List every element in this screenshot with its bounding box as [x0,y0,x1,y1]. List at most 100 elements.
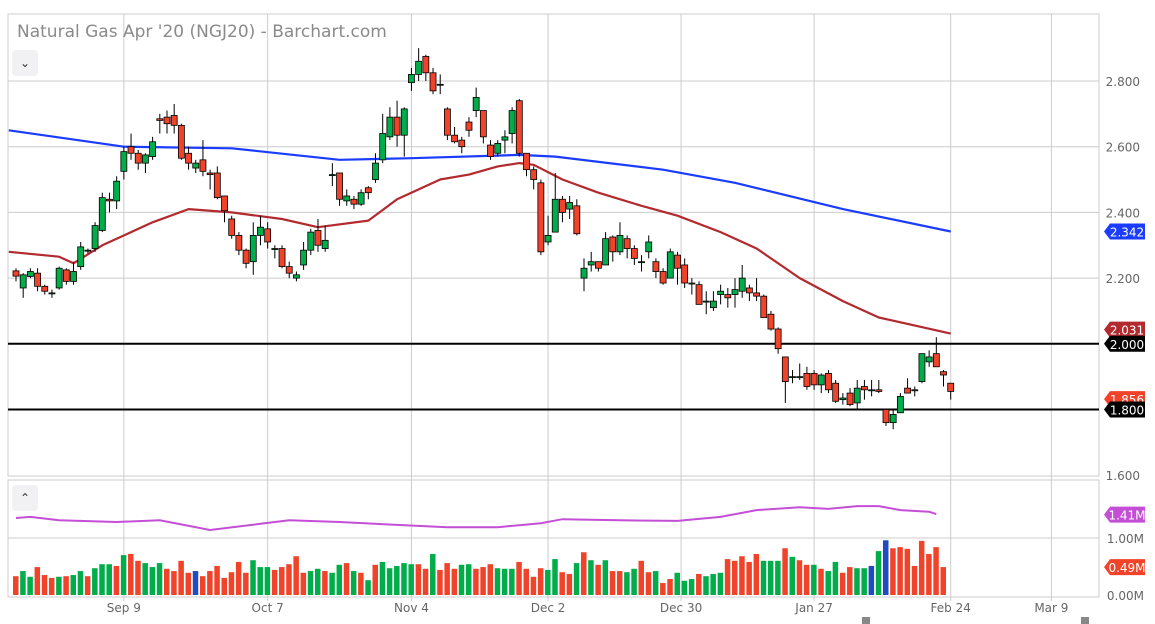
volume-bar[interactable] [422,568,429,595]
candle[interactable] [451,134,458,143]
volume-bar[interactable] [875,551,882,595]
candle[interactable] [659,271,667,284]
volume-bar[interactable] [106,564,112,595]
volume-bar[interactable] [609,571,616,595]
candle[interactable] [235,234,243,251]
candle[interactable] [199,159,207,172]
candle[interactable] [789,376,796,379]
candle[interactable] [587,261,595,266]
candle[interactable] [940,371,947,376]
candle[interactable] [271,248,279,250]
candle[interactable] [501,136,509,141]
candle[interactable] [479,110,487,138]
volume-bar[interactable] [63,576,69,595]
volume-bar[interactable] [732,560,738,595]
volume-bar[interactable] [379,561,386,595]
volume-bar[interactable] [221,577,228,595]
volume-bar[interactable] [717,572,724,595]
volume-bar[interactable] [775,560,781,595]
volume-bar[interactable] [430,553,436,595]
volume-bar[interactable] [99,564,105,595]
volume-bar[interactable] [494,568,501,595]
volume-bar[interactable] [803,564,810,595]
candle[interactable] [717,290,725,295]
volume-bar[interactable] [552,559,558,595]
candle[interactable] [515,100,523,154]
candle[interactable] [458,139,466,148]
candle[interactable] [12,270,20,277]
volume-bar[interactable] [437,569,443,595]
volume-bar[interactable] [120,555,127,595]
candle[interactable] [544,234,552,243]
candle[interactable] [156,118,164,121]
candle[interactable] [817,374,825,386]
candle[interactable] [213,172,221,199]
candle[interactable] [84,249,92,252]
candle[interactable] [113,180,121,202]
volume-bar[interactable] [767,560,774,595]
candle[interactable] [26,271,34,277]
candle[interactable] [77,246,85,268]
volume-bar[interactable] [480,567,486,595]
volume-bar[interactable] [710,573,716,595]
candle[interactable] [34,272,41,287]
volume-bar[interactable] [789,556,796,595]
candle[interactable] [616,234,624,253]
candle[interactable] [523,152,530,171]
candle[interactable] [573,205,581,235]
volume-bar[interactable] [329,572,335,595]
volume-bar[interactable] [279,567,285,595]
volume-bar[interactable] [530,576,537,595]
volume-bar[interactable] [156,563,163,595]
candle[interactable] [904,387,911,394]
candle[interactable] [710,300,717,309]
candle[interactable] [91,225,99,249]
candle[interactable] [674,254,681,269]
volume-bar[interactable] [624,572,630,595]
candle[interactable] [551,198,559,233]
event-marker-icon[interactable] [862,617,870,624]
volume-bar[interactable] [926,553,932,595]
volume-bar[interactable] [199,576,206,595]
volume-bar[interactable] [314,568,321,595]
volume-bar[interactable] [933,547,939,595]
volume-bar[interactable] [128,553,134,595]
candle[interactable] [530,169,538,180]
candle[interactable] [760,295,768,318]
volume-bar[interactable] [20,571,26,595]
volume-bar[interactable] [681,580,688,595]
event-marker-icon[interactable] [1081,617,1089,624]
volume-bar[interactable] [897,547,903,595]
candle[interactable] [149,141,157,157]
candle[interactable] [803,372,811,387]
candle[interactable] [832,382,840,402]
volume-bar[interactable] [811,564,817,595]
candle[interactable] [379,133,387,161]
candle[interactable] [415,60,423,75]
volume-bar[interactable] [796,560,803,595]
volume-bar[interactable] [307,571,314,595]
candle[interactable] [307,231,315,251]
volume-bar[interactable] [394,565,400,595]
volume-bar[interactable] [386,568,393,595]
volume-bar[interactable] [537,568,544,595]
volume-bar[interactable] [171,571,177,595]
candle[interactable] [630,248,638,259]
candle[interactable] [537,182,545,253]
volume-bar[interactable] [228,572,235,595]
candle[interactable] [19,274,27,289]
volume-bar[interactable] [178,560,184,595]
volume-bar[interactable] [207,571,213,595]
candle[interactable] [372,162,379,180]
volume-bar[interactable] [149,567,156,595]
volume-bar[interactable] [271,569,278,595]
candle[interactable] [249,234,257,263]
candle[interactable] [343,195,351,202]
candle[interactable] [357,192,365,205]
volume-bar[interactable] [616,571,623,595]
volume-bar[interactable] [667,579,673,595]
volume-bar[interactable] [13,576,19,595]
volume-bar[interactable] [250,560,256,595]
candle[interactable] [810,372,818,386]
candle[interactable] [170,115,178,126]
